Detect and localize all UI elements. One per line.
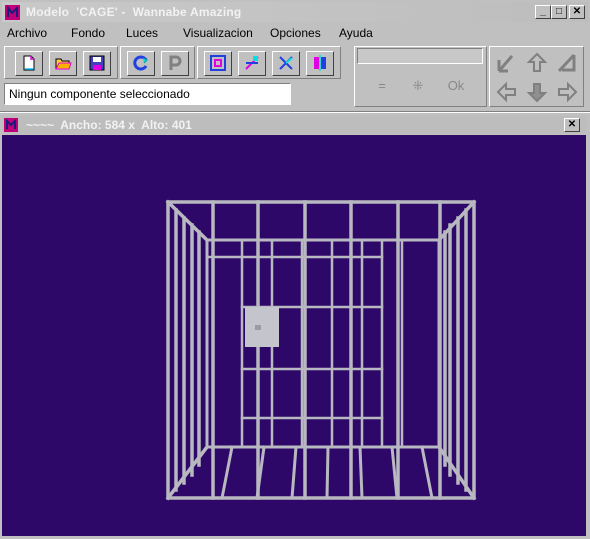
flip-icon	[314, 55, 326, 71]
center-button[interactable]: ⁜	[401, 71, 435, 101]
viewport-title-bar[interactable]: ~~~~ Ancho: 584 x Alto: 401 ✕	[2, 116, 586, 134]
parking-icon	[169, 55, 182, 70]
new-file-button[interactable]	[15, 51, 43, 76]
zoom-button[interactable]	[238, 51, 266, 76]
main-window: Modelo 'CAGE' - Wannabe Amazing _ □ ✕ Ar…	[0, 0, 590, 538]
open-folder-icon	[55, 58, 72, 70]
toolbar-edit-group	[197, 46, 341, 79]
rotate-left-icon[interactable]	[494, 50, 520, 76]
viewport-title: ~~~~ Ancho: 584 x Alto: 401	[26, 118, 192, 132]
maximize-button[interactable]: □	[551, 5, 567, 19]
value-input[interactable]	[357, 48, 483, 64]
toolbar-mode-group	[120, 46, 195, 79]
menu-opciones[interactable]: Opciones	[270, 26, 321, 40]
menu-visualizacion[interactable]: Visualizacion	[183, 26, 253, 40]
navigation-arrows-panel	[489, 46, 584, 107]
up-arrow-icon[interactable]	[524, 50, 550, 76]
open-folder-button[interactable]	[49, 51, 77, 76]
cage-door-lock	[245, 307, 279, 347]
right-arrow-icon[interactable]	[554, 79, 580, 105]
toolbar-file-group	[4, 46, 118, 79]
frame-icon	[210, 55, 226, 71]
menu-luces[interactable]: Luces	[126, 26, 158, 40]
selection-status-field: Ningun componente seleccionado	[4, 83, 291, 105]
menu-archivo[interactable]: Archivo	[7, 26, 47, 40]
selection-status-text: Ningun componente seleccionado	[9, 87, 190, 101]
cut-button[interactable]	[272, 51, 300, 76]
cage-model-render	[165, 199, 477, 501]
refresh-icon	[133, 55, 148, 71]
close-button[interactable]: ✕	[569, 5, 585, 19]
3d-viewport[interactable]	[2, 135, 586, 536]
equals-button[interactable]: =	[365, 71, 399, 101]
title-bar[interactable]: Modelo 'CAGE' - Wannabe Amazing _ □ ✕	[2, 2, 588, 22]
app-icon	[5, 5, 20, 20]
viewport-app-icon	[4, 118, 18, 132]
cut-icon	[279, 56, 293, 70]
rotate-right-icon[interactable]	[554, 50, 580, 76]
viewport-close-button[interactable]: ✕	[564, 118, 580, 132]
refresh-button[interactable]	[127, 51, 155, 76]
zoom-icon	[245, 56, 259, 70]
parking-button[interactable]	[161, 51, 189, 76]
new-file-icon	[23, 55, 35, 71]
save-icon	[89, 55, 105, 71]
menu-ayuda[interactable]: Ayuda	[339, 26, 373, 40]
menu-bar: Archivo Fondo Luces Visualizacion Opcion…	[0, 24, 590, 44]
frame-button[interactable]	[204, 51, 232, 76]
down-arrow-icon[interactable]	[524, 79, 550, 105]
save-button[interactable]	[83, 51, 111, 76]
ok-button[interactable]: Ok	[439, 71, 473, 101]
flip-button[interactable]	[306, 51, 334, 76]
menu-fondo[interactable]: Fondo	[71, 26, 105, 40]
edit-panel: = ⁜ Ok	[354, 46, 487, 107]
window-title: Modelo 'CAGE' - Wannabe Amazing	[26, 5, 242, 19]
left-arrow-icon[interactable]	[494, 79, 520, 105]
minimize-button[interactable]: _	[535, 5, 551, 19]
separator	[0, 111, 590, 113]
